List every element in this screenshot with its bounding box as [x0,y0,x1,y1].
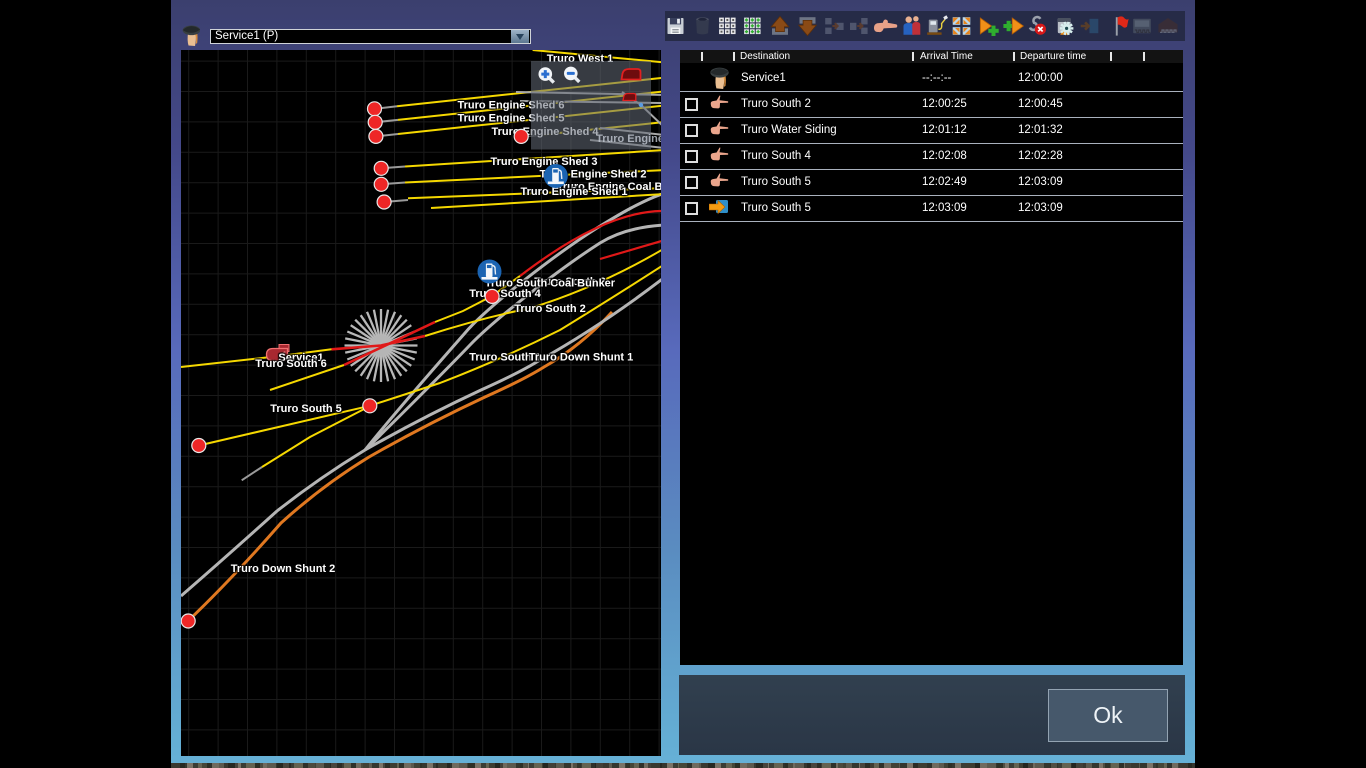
svg-text:Truro South 6: Truro South 6 [255,358,327,370]
svg-text:Truro South 4: Truro South 4 [469,288,541,300]
svg-text:Truro Down Shunt 1: Truro Down Shunt 1 [529,352,634,364]
svg-text:Truro South 5: Truro South 5 [270,403,342,415]
svg-text:Truro Engine Shed 1: Truro Engine Shed 1 [521,186,628,198]
svg-text:Truro Engine Shed 3: Truro Engine Shed 3 [491,156,598,168]
svg-text:Truro Down Shunt 2: Truro Down Shunt 2 [231,563,336,575]
svg-text:Truro South 2: Truro South 2 [514,303,586,315]
svg-text:Truro Engine Shed: Truro Engine Shed [596,133,661,145]
